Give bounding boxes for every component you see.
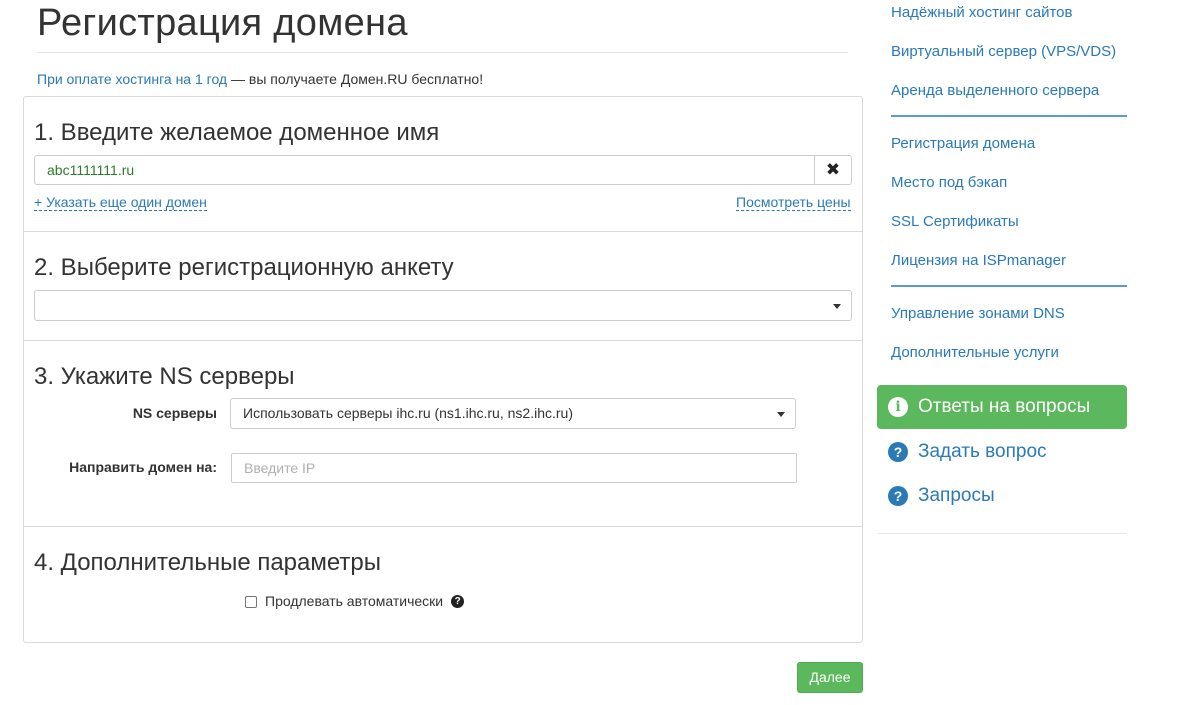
page-title: Регистрация домена [37, 2, 408, 44]
section-divider [24, 231, 862, 232]
question-icon: ? [888, 442, 908, 462]
sidebar-item-ispmanager[interactable]: Лицензия на ISPmanager [891, 252, 1066, 269]
faq-button-label: Ответы на вопросы [918, 396, 1091, 417]
sidebar-item-backup[interactable]: Место под бэкап [891, 174, 1007, 191]
promo-link[interactable]: При оплате хостинга на 1 год [37, 71, 227, 87]
next-button[interactable]: Далее [797, 662, 863, 693]
title-divider [37, 52, 848, 53]
ns-servers-label: NS серверы [132, 405, 217, 421]
sidebar-item-vps[interactable]: Виртуальный сервер (VPS/VDS) [891, 43, 1116, 60]
chevron-down-icon [777, 412, 785, 417]
info-icon: i [888, 397, 908, 417]
faq-button[interactable]: i Ответы на вопросы [877, 385, 1127, 429]
section-divider [24, 526, 862, 527]
sidebar-item-hosting[interactable]: Надёжный хостинг сайтов [891, 4, 1073, 21]
sidebar-divider [891, 115, 1127, 117]
domain-name-input[interactable]: abc1111111.ru [34, 155, 815, 185]
step4-title: 4. Дополнительные параметры [34, 549, 382, 576]
clear-domain-button[interactable]: ✖ [814, 155, 852, 185]
promo-text: При оплате хостинга на 1 год — вы получа… [37, 71, 483, 87]
ip-address-input[interactable] [231, 453, 797, 483]
sidebar-item-dedicated[interactable]: Аренда выделенного сервера [891, 82, 1099, 99]
view-prices-link[interactable]: Посмотреть цены [736, 195, 851, 211]
sidebar-item-ssl[interactable]: SSL Сертификаты [891, 213, 1019, 230]
sidebar-item-extra[interactable]: Дополнительные услуги [891, 344, 1059, 361]
requests-label: Запросы [918, 485, 995, 506]
ns-servers-select[interactable]: Использовать серверы ihc.ru (ns1.ihc.ru,… [230, 398, 796, 429]
ip-target-label: Направить домен на: [69, 459, 217, 475]
domain-registration-form: 1. Введите желаемое доменное имя abc1111… [23, 96, 863, 643]
autorenew-label[interactable]: Продлевать автоматически [265, 593, 443, 609]
sidebar-item-dns[interactable]: Управление зонами DNS [891, 305, 1065, 322]
registration-profile-select[interactable] [34, 290, 852, 321]
question-icon[interactable]: ? [451, 594, 465, 608]
ns-servers-value: Использовать серверы ihc.ru (ns1.ihc.ru,… [243, 405, 573, 421]
section-divider [24, 340, 862, 341]
close-icon: ✖ [825, 160, 841, 179]
chevron-down-icon [833, 304, 841, 309]
step1-title: 1. Введите желаемое доменное имя [34, 119, 440, 146]
ask-question-label: Задать вопрос [918, 441, 1047, 462]
sidebar-divider [891, 285, 1127, 287]
requests-link[interactable]: ? Запросы [888, 485, 995, 507]
autorenew-row: Продлевать автоматически ? [245, 593, 465, 609]
autorenew-checkbox[interactable] [245, 595, 257, 608]
sidebar-divider [878, 533, 1127, 534]
sidebar-item-domain[interactable]: Регистрация домена [891, 135, 1035, 152]
promo-suffix: — вы получаете Домен.RU бесплатно! [227, 71, 484, 87]
question-icon: ? [888, 486, 908, 506]
step3-title: 3. Укажите NS серверы [34, 363, 295, 390]
step2-title: 2. Выберите регистрационную анкету [34, 254, 454, 281]
ask-question-link[interactable]: ? Задать вопрос [888, 441, 1047, 463]
add-domain-link[interactable]: + Указать еще один домен [34, 195, 207, 211]
